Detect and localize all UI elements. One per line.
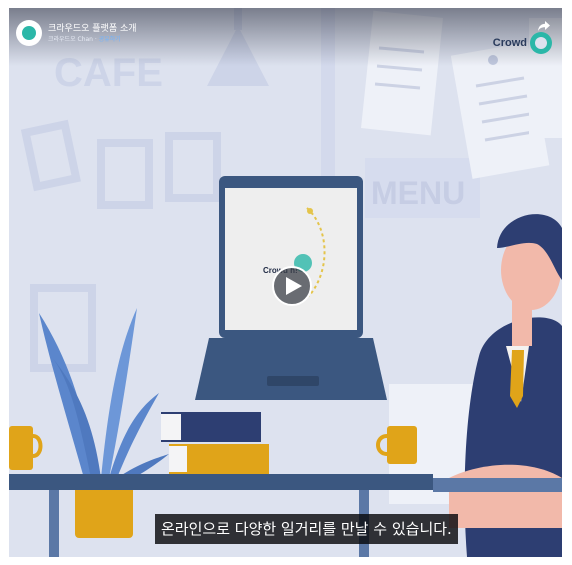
player-top-bar: 크라우드오 플랫폼 소개 크라우드오 Chan · 공유하기 — [9, 8, 562, 66]
video-player[interactable]: CAFE MENU 크라우드오 플랫폼 소개 크라우드오 Chan · 공유하기… — [9, 8, 562, 557]
coffee-mug — [387, 426, 417, 464]
brand-logo-icon — [530, 32, 552, 54]
video-subtitle: 크라우드오 Chan · 공유하기 — [48, 34, 121, 43]
laptop-trackpad — [267, 376, 319, 386]
laptop-screen — [225, 188, 357, 330]
play-button[interactable] — [272, 266, 312, 306]
person-hand — [449, 464, 562, 528]
video-subtitle-link[interactable]: 공유하기 — [99, 36, 121, 43]
table-leg — [49, 490, 59, 557]
video-subtitle-text: 크라우드오 Chan · — [48, 36, 97, 43]
desk-right — [433, 478, 562, 492]
brand-text: Crowd — [492, 37, 527, 49]
subtitle-caption: 온라인으로 다양한 일거리를 만날 수 있습니다. — [155, 514, 458, 544]
menu-sign: MENU — [371, 175, 465, 211]
laptop-base — [195, 338, 387, 400]
coffee-mug — [9, 426, 33, 470]
video-title[interactable]: 크라우드오 플랫폼 소개 — [48, 21, 137, 34]
table-top — [9, 474, 433, 490]
play-icon — [285, 277, 302, 295]
channel-avatar-icon[interactable] — [16, 20, 42, 46]
brand-watermark: Crowd — [493, 32, 552, 54]
